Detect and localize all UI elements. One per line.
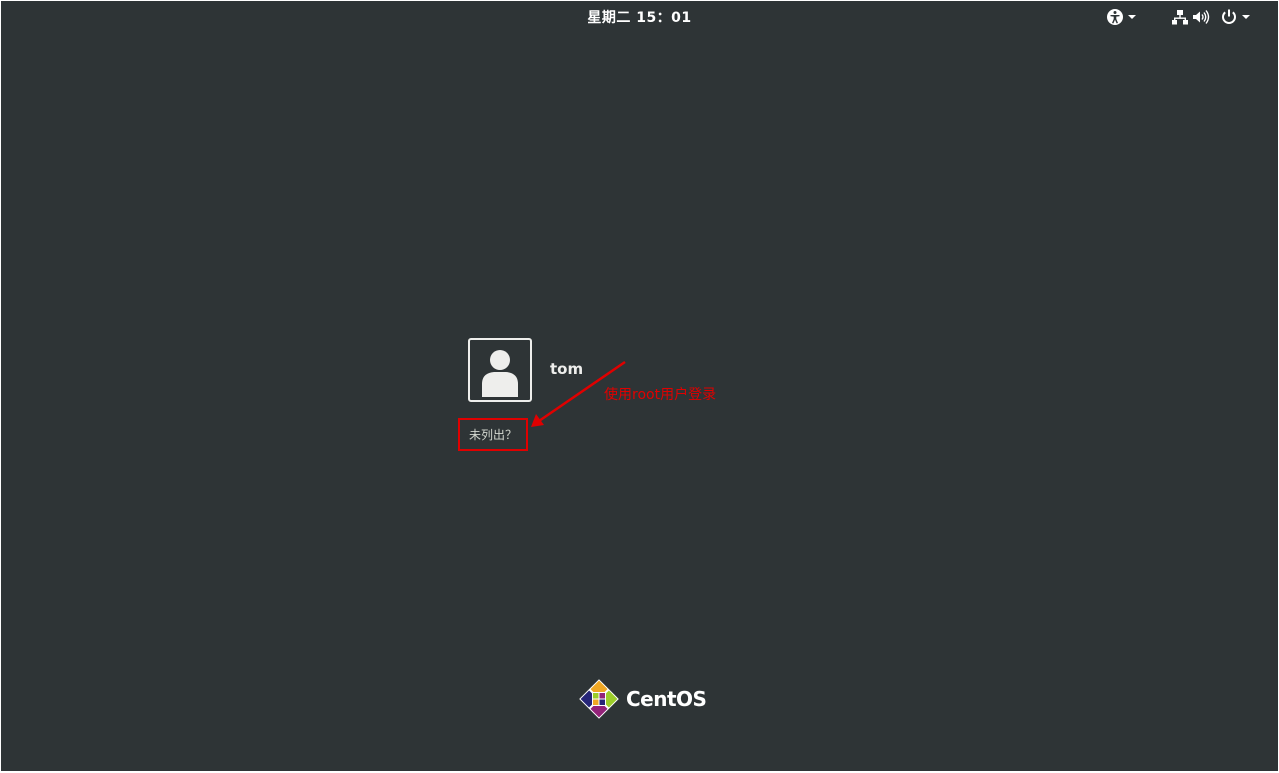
login-screen: 星期二 15：01 tom 未列出？ 使用root用户登录 CentOS <box>1 1 1278 771</box>
centos-logo-text: CentOS <box>626 687 707 711</box>
centos-logo: CentOS <box>578 678 707 720</box>
annotation-text: 使用root用户登录 <box>604 387 717 403</box>
centos-logo-icon <box>579 679 619 719</box>
